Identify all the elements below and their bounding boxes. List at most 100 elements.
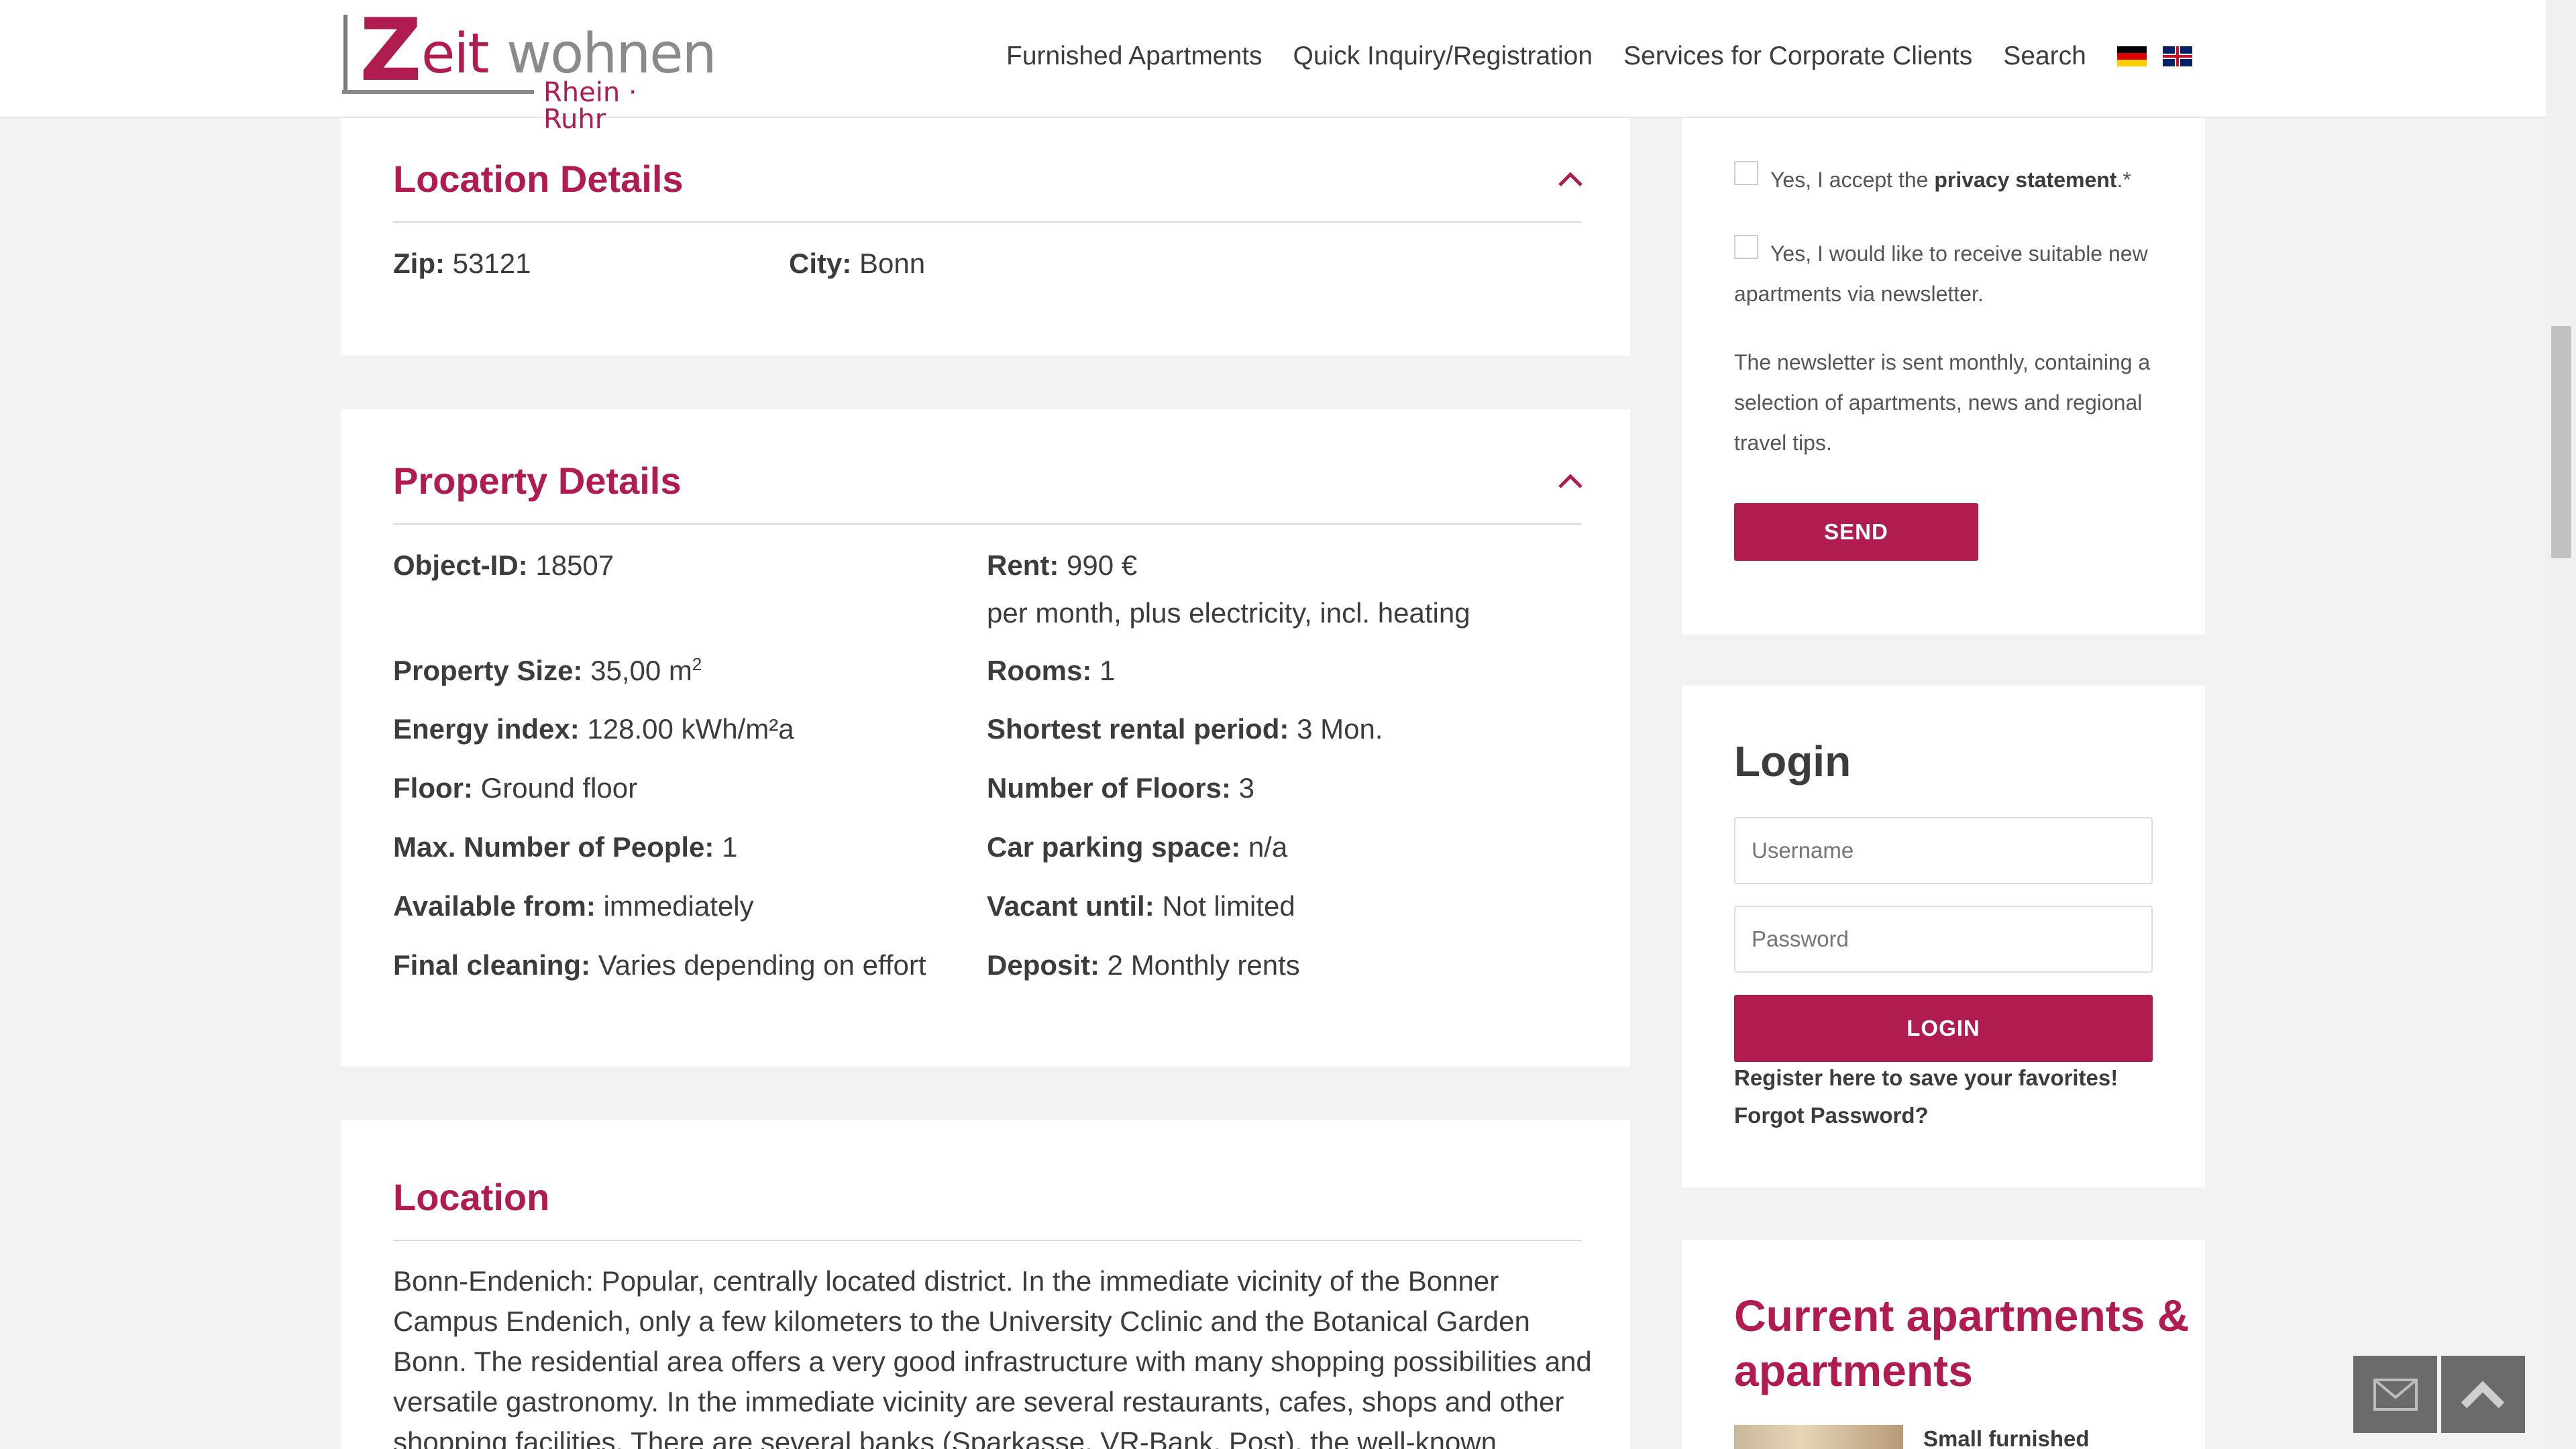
shortest-rental-field: Shortest rental period: 3 Mon. [987,712,1383,746]
section-divider [393,523,1582,525]
number-of-floors-field: Number of Floors: 3 [987,771,1254,805]
vacant-until-label: Vacant until: [987,890,1155,922]
back-to-top-button[interactable] [2441,1356,2525,1433]
german-flag-icon[interactable] [2116,46,2147,66]
logo-wohnen: wohnen [506,22,717,86]
shortest-rental-label: Shortest rental period: [987,713,1289,745]
final-cleaning-label: Final cleaning: [393,949,591,981]
final-cleaning-field: Final cleaning: Varies depending on effo… [393,949,926,982]
available-from-label: Available from: [393,890,596,922]
floor-label: Floor: [393,772,473,804]
max-people-field: Max. Number of People: 1 [393,830,737,864]
parking-field: Car parking space: n/a [987,830,1287,864]
property-details-title: Property Details [393,460,682,502]
vacant-until-field: Vacant until: Not limited [987,890,1295,923]
parking-value: n/a [1248,831,1288,863]
section-divider [393,221,1582,223]
energy-index-field: Energy index: 128.00 kWh/m²a [393,712,794,746]
energy-index-label: Energy index: [393,713,580,745]
zip-label: Zip: [393,248,445,279]
nav-corporate-services[interactable]: Services for Corporate Clients [1623,42,1972,71]
collapse-chevron-icon[interactable] [1557,170,1584,188]
floor-value: Ground floor [480,772,638,804]
current-apartments-card: Current apartments & apartments Small fu… [1682,1240,2205,1449]
logo-z: Z [360,1,422,101]
login-title: Login [1734,737,1851,786]
rent-value: 990 € [1067,549,1138,581]
logo-bar [343,15,347,90]
apartment-item-title[interactable]: Small furnished [1923,1426,2090,1449]
parking-label: Car parking space: [987,831,1241,863]
energy-index-value: 128.00 kWh/m²a [587,713,794,745]
logo-underline [342,90,534,94]
object-id-value: 18507 [535,549,614,581]
privacy-prefix: Yes, I accept the [1770,168,1935,192]
max-people-label: Max. Number of People: [393,831,714,863]
floor-field: Floor: Ground floor [393,771,637,805]
newsletter-info: The newsletter is sent monthly, containi… [1734,350,2151,455]
available-from-field: Available from: immediately [393,890,754,923]
privacy-statement-link[interactable]: privacy statement [1934,168,2116,192]
contact-mail-button[interactable] [2353,1356,2437,1433]
vacant-until-value: Not limited [1162,890,1295,922]
location-title: Location [393,1176,550,1218]
location-details-title: Location Details [393,158,684,200]
final-cleaning-value: Varies depending on effort [598,949,926,981]
chevron-up-icon [2461,1381,2505,1409]
privacy-consent-label: Yes, I accept the privacy statement.* [1770,160,2200,200]
collapse-chevron-icon[interactable] [1557,472,1584,490]
page-scrollbar[interactable] [2546,0,2576,1449]
logo-subtitle: Rhein · Ruhr [543,77,637,135]
login-card: Login LOGIN Register here to save your f… [1682,686,2205,1187]
logo-eit: eit [421,22,489,86]
object-id-label: Object-ID: [393,549,528,581]
shortest-rental-value: 3 Mon. [1297,713,1383,745]
apartment-thumbnail[interactable] [1734,1425,1903,1449]
available-from-value: immediately [603,890,754,922]
rent-field: Rent: 990 € [987,549,1137,582]
site-logo[interactable]: Z eit wohnen Rhein · Ruhr [342,8,717,133]
nav-quick-inquiry[interactable]: Quick Inquiry/Registration [1293,42,1593,71]
rooms-label: Rooms: [987,655,1092,686]
rent-label: Rent: [987,549,1059,581]
deposit-value: 2 Monthly rents [1107,949,1300,981]
rooms-field: Rooms: 1 [987,654,1115,688]
property-size-label: Property Size: [393,655,583,686]
location-description: Bonn-Endenich: Popular, centrally locate… [393,1265,1592,1449]
current-apartments-title: Current apartments & apartments [1734,1291,2190,1395]
forgot-password-link[interactable]: Forgot Password? [1734,1103,1929,1128]
site-header: Z eit wohnen Rhein · Ruhr Furnished Apar… [0,0,2546,133]
max-people-value: 1 [722,831,738,863]
username-input[interactable] [1734,817,2153,884]
number-of-floors-value: 3 [1238,772,1255,804]
zip-value: 53121 [452,248,531,279]
password-input[interactable] [1734,906,2153,973]
nav-search[interactable]: Search [2003,42,2086,71]
english-flag-icon[interactable] [2162,46,2192,66]
city-label: City: [789,248,852,279]
mail-icon [2373,1379,2418,1411]
number-of-floors-label: Number of Floors: [987,772,1231,804]
newsletter-opt-in-label: Yes, I would like to receive suitable ne… [1734,241,2148,306]
newsletter-form-card: Yes, I accept the privacy statement.* Ye… [1682,118,2205,635]
send-button[interactable]: SEND [1734,503,1978,561]
rooms-value: 1 [1099,655,1116,686]
register-link[interactable]: Register here to save your favorites! [1734,1065,2118,1091]
deposit-field: Deposit: 2 Monthly rents [987,949,1300,982]
object-id-field: Object-ID: 18507 [393,549,614,582]
privacy-suffix: .* [2116,168,2131,192]
city-field: City: Bonn [789,247,925,280]
zip-field: Zip: 53121 [393,247,531,280]
main-nav: Furnished Apartments Quick Inquiry/Regis… [1006,42,2208,71]
scrollbar-thumb[interactable] [2551,326,2571,558]
nav-furnished-apartments[interactable]: Furnished Apartments [1006,42,1263,71]
login-button[interactable]: LOGIN [1734,995,2153,1062]
deposit-label: Deposit: [987,949,1099,981]
property-size-value: 35,00 m [590,655,692,686]
location-details-card: Location Details Zip: 53121 City: Bonn [341,118,1630,356]
privacy-checkbox[interactable] [1734,161,1758,185]
city-value: Bonn [859,248,926,279]
section-divider [393,1240,1582,1241]
property-size-field: Property Size: 35,00 m2 [393,654,702,688]
property-size-unit-sup: 2 [692,654,702,674]
